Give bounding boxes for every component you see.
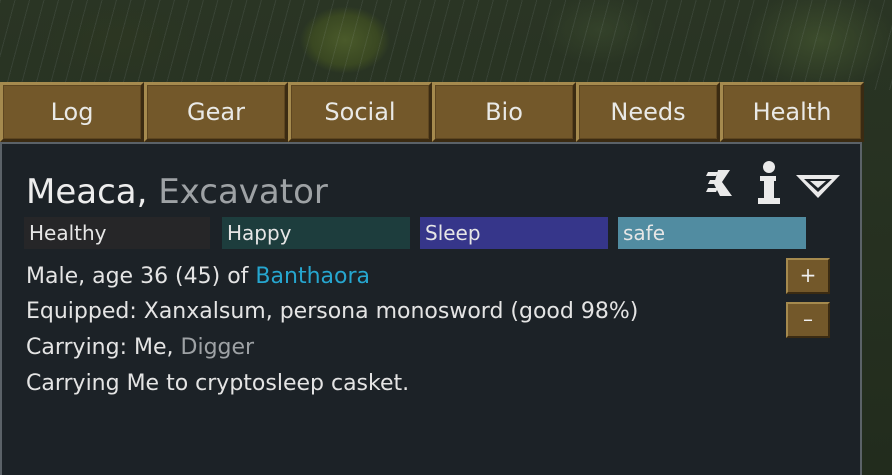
rain-overlay bbox=[0, 0, 892, 90]
tab-needs[interactable]: Needs bbox=[576, 82, 720, 142]
job-report: Carrying Me to cryptosleep casket. bbox=[26, 371, 410, 396]
pawn-description: Male, age 36 (45) of Banthaora bbox=[26, 264, 370, 289]
faction-link[interactable]: Banthaora bbox=[255, 264, 370, 289]
tab-bio[interactable]: Bio bbox=[432, 82, 576, 142]
equipped-line: Equipped: Xanxalsum, persona monosword (… bbox=[26, 299, 639, 324]
expand-button[interactable]: + bbox=[786, 258, 830, 294]
status-bar-mood[interactable]: Happy bbox=[222, 217, 410, 249]
inspect-panel: Meaca, Excavator Healthy Happy Sleep saf… bbox=[0, 142, 862, 475]
draft-icon[interactable] bbox=[704, 166, 738, 202]
tab-log[interactable]: Log bbox=[0, 82, 144, 142]
tab-social[interactable]: Social bbox=[288, 82, 432, 142]
status-bar-rest[interactable]: Sleep bbox=[420, 217, 608, 249]
pawn-title: Excavator bbox=[158, 172, 328, 212]
carrying-line: Carrying: Me, Digger bbox=[26, 335, 254, 360]
status-bar-health[interactable]: Healthy bbox=[24, 217, 210, 249]
carrying-role: Digger bbox=[180, 335, 255, 360]
status-bar-safety[interactable]: safe bbox=[618, 217, 806, 249]
pawn-age-gender: Male, age 36 (45) of bbox=[26, 264, 256, 289]
info-icon[interactable] bbox=[752, 160, 786, 206]
inspect-tab-bar: Log Gear Social Bio Needs Health bbox=[0, 82, 866, 142]
pawn-name-line: Meaca, Excavator bbox=[26, 172, 328, 212]
collapse-icon[interactable] bbox=[794, 172, 842, 200]
tab-gear[interactable]: Gear bbox=[144, 82, 288, 142]
tab-health[interactable]: Health bbox=[720, 82, 864, 142]
carrying-separator: , bbox=[166, 335, 181, 360]
pawn-name[interactable]: Meaca bbox=[26, 172, 137, 212]
name-separator: , bbox=[136, 172, 159, 212]
carrying-label: Carrying: Me bbox=[26, 335, 167, 360]
collapse-button[interactable]: – bbox=[786, 302, 830, 338]
